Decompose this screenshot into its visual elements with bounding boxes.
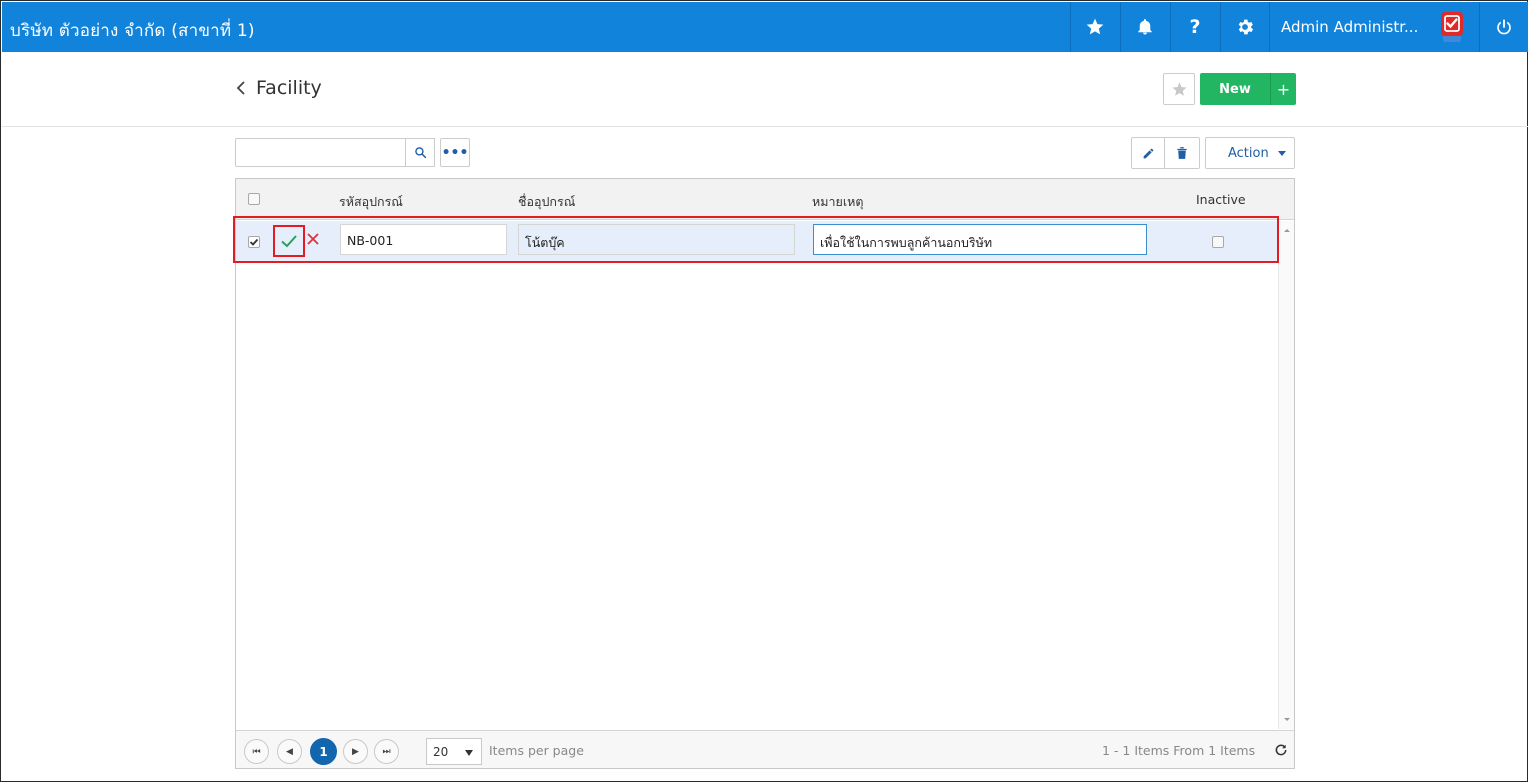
- edit-button[interactable]: [1131, 137, 1165, 169]
- items-summary: 1 - 1 Items From 1 Items: [1102, 743, 1256, 758]
- previous-page-icon: ◀: [286, 746, 293, 757]
- previous-page-button[interactable]: ◀: [277, 739, 302, 764]
- delete-button[interactable]: [1165, 137, 1200, 169]
- help-button[interactable]: ?: [1170, 2, 1219, 52]
- facility-grid: รหัสอุปกรณ์ ชื่ออุปกรณ์ หมายเหตุ Inactiv…: [235, 178, 1295, 769]
- vertical-scrollbar[interactable]: [1278, 221, 1294, 729]
- notifications-button[interactable]: [1120, 2, 1169, 52]
- column-header-inactive[interactable]: Inactive: [1196, 192, 1246, 207]
- add-favorite-button[interactable]: [1163, 73, 1195, 105]
- company-name: บริษัท ตัวอย่าง จำกัด (สาขาที่ 1): [10, 21, 255, 41]
- user-avatar-badge-icon: [1441, 12, 1463, 42]
- action-label: Action: [1228, 145, 1269, 161]
- top-navbar: บริษัท ตัวอย่าง จำกัด (สาขาที่ 1) ? Admi…: [2, 2, 1528, 52]
- first-page-icon: ⏮: [252, 746, 261, 757]
- star-outline-icon: [1171, 81, 1187, 96]
- search-icon: [414, 147, 426, 159]
- user-name: Admin Administr...: [1281, 18, 1419, 36]
- search-input[interactable]: [235, 138, 406, 167]
- help-icon: ?: [1189, 16, 1201, 38]
- new-dropdown-button[interactable]: +: [1270, 73, 1296, 105]
- scroll-down-icon: [1284, 718, 1290, 721]
- current-page-button[interactable]: 1: [310, 738, 337, 765]
- logout-button[interactable]: [1479, 2, 1528, 52]
- edited-row-highlight: [233, 216, 1279, 263]
- first-page-button[interactable]: ⏮: [244, 739, 269, 764]
- column-header-note[interactable]: หมายเหตุ: [812, 192, 863, 212]
- page-title: Facility: [256, 77, 322, 99]
- page-size-value: 20: [433, 745, 449, 759]
- action-dropdown[interactable]: Action: [1205, 137, 1295, 169]
- caret-down-icon: [465, 750, 473, 756]
- last-page-button[interactable]: ⏭: [374, 739, 399, 764]
- column-header-code[interactable]: รหัสอุปกรณ์: [339, 192, 403, 212]
- power-icon: [1497, 19, 1511, 35]
- next-page-button[interactable]: ▶: [343, 739, 368, 764]
- grid-header: รหัสอุปกรณ์ ชื่ออุปกรณ์ หมายเหตุ Inactiv…: [236, 179, 1294, 220]
- app-window: บริษัท ตัวอย่าง จำกัด (สาขาที่ 1) ? Admi…: [0, 0, 1528, 782]
- column-header-name[interactable]: ชื่ออุปกรณ์: [518, 192, 575, 212]
- page-header: Facility New +: [2, 52, 1528, 127]
- new-button[interactable]: New: [1200, 73, 1270, 105]
- user-menu[interactable]: Admin Administr...: [1269, 2, 1479, 52]
- trash-icon: [1177, 147, 1187, 159]
- bell-icon: [1138, 19, 1152, 35]
- page-size-select[interactable]: 20: [426, 738, 482, 765]
- caret-down-icon: [1277, 150, 1286, 156]
- gear-icon: [1238, 19, 1254, 35]
- pagination-bar: ⏮ ◀ 1 ▶ ⏭ 20 Items per page 1 - 1 Items …: [236, 730, 1294, 768]
- more-options-button[interactable]: •••: [440, 138, 470, 167]
- back-chevron-icon[interactable]: [234, 80, 248, 96]
- last-page-icon: ⏭: [382, 746, 391, 757]
- refresh-icon[interactable]: [1274, 743, 1288, 757]
- star-icon: [1086, 18, 1104, 35]
- items-per-page-label: Items per page: [489, 743, 584, 758]
- settings-button[interactable]: [1220, 2, 1269, 52]
- next-page-icon: ▶: [352, 746, 359, 757]
- scroll-up-icon: [1284, 229, 1290, 232]
- favorites-button[interactable]: [1070, 2, 1119, 52]
- pencil-icon: [1143, 148, 1153, 158]
- search-button[interactable]: [405, 138, 435, 167]
- select-all-checkbox[interactable]: [248, 193, 260, 205]
